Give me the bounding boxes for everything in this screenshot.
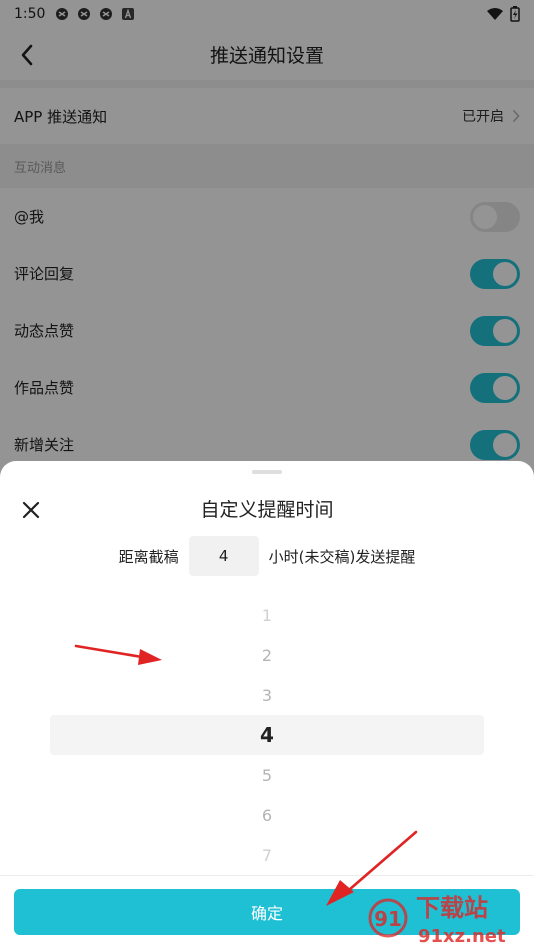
picker-option[interactable]: 1 [0, 595, 534, 635]
picker-option[interactable]: 5 [0, 755, 534, 795]
sheet-title: 自定义提醒时间 [200, 499, 334, 521]
svg-text:下载站: 下载站 [416, 894, 488, 922]
picker-option[interactable]: 3 [0, 675, 534, 715]
reminder-bottom-sheet: 自定义提醒时间 距离截稿 4 小时(未交稿)发送提醒 1 2 3 4 5 6 7… [0, 461, 534, 950]
reminder-description: 距离截稿 4 小时(未交稿)发送提醒 [0, 536, 534, 576]
site-watermark-logo: 91 下载站 91xz.net [368, 894, 506, 947]
divider [0, 875, 534, 876]
hours-picker[interactable]: 1 2 3 4 5 6 7 [0, 595, 534, 875]
svg-text:91xz.net: 91xz.net [418, 926, 506, 947]
picker-option[interactable]: 6 [0, 795, 534, 835]
drag-handle[interactable] [252, 470, 282, 474]
picker-option[interactable]: 7 [0, 835, 534, 875]
annotation-arrow [74, 644, 162, 665]
hours-value-field[interactable]: 4 [188, 536, 259, 576]
picker-option-selected[interactable]: 4 [0, 715, 534, 755]
reminder-prefix: 距离截稿 [118, 547, 179, 566]
svg-text:91: 91 [374, 907, 402, 931]
reminder-suffix: 小时(未交稿)发送提醒 [268, 547, 416, 566]
